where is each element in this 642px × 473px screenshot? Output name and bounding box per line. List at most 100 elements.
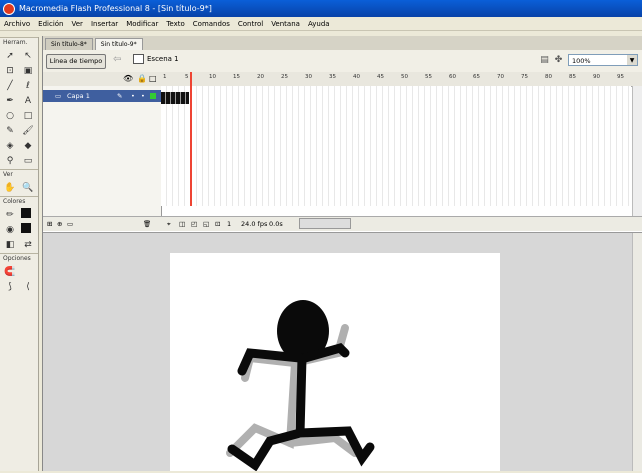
stage[interactable]: [170, 253, 500, 472]
menu-ayuda[interactable]: Ayuda: [304, 20, 334, 28]
layer-row[interactable]: ▭ Capa 1 ✎ • •: [43, 90, 161, 102]
black-white-icon[interactable]: ◧: [3, 238, 17, 251]
smooth-icon[interactable]: ⟆: [3, 280, 17, 293]
playhead[interactable]: [190, 72, 192, 206]
add-guide-icon[interactable]: ⊕: [57, 220, 62, 228]
zoom-select[interactable]: 100% ▼: [568, 54, 638, 66]
colors-grid: ✏ ◉ ◧ ⇄: [0, 206, 38, 253]
oval-tool-icon[interactable]: ○: [3, 109, 17, 122]
edit-symbols-icon[interactable]: ✤: [553, 55, 564, 65]
zoom-tool-icon[interactable]: 🔍: [21, 181, 35, 194]
menu-insertar[interactable]: Insertar: [87, 20, 122, 28]
tools-panel: Herram. ➚ ↖ ⊡ ▣ ╱ ℓ ✒ A ○ □ ✎ 🖌 ◈ ◆ ⚲ ▭ …: [0, 37, 39, 471]
menu-control[interactable]: Control: [234, 20, 267, 28]
menu-ventana[interactable]: Ventana: [267, 20, 304, 28]
keyframe-strip[interactable]: [161, 92, 189, 104]
lock-dot[interactable]: •: [141, 90, 145, 102]
ruler-tick-label: 90: [593, 74, 600, 80]
ruler-tick-label: 30: [305, 74, 312, 80]
ruler-tick-label: 60: [449, 74, 456, 80]
ruler-tick-label: 25: [281, 74, 288, 80]
onion-markers-icon[interactable]: ⊡: [215, 220, 220, 228]
onion-skin-icon[interactable]: ◫: [179, 220, 185, 228]
hand-tool-icon[interactable]: ✋: [3, 181, 17, 194]
scene-breadcrumb[interactable]: Escena 1: [133, 54, 179, 64]
ruler-tick-label: 65: [473, 74, 480, 80]
outline-color-square[interactable]: [150, 93, 156, 99]
outline-icon[interactable]: □: [149, 74, 157, 83]
free-transform-icon[interactable]: ⊡: [3, 64, 17, 77]
timeline-hscrollbar[interactable]: [299, 218, 351, 229]
insert-layer-icon[interactable]: ⊞: [47, 220, 52, 228]
text-tool-icon[interactable]: A: [21, 94, 35, 107]
lasso-tool-icon[interactable]: ℓ: [21, 79, 35, 92]
tools-grid: ➚ ↖ ⊡ ▣ ╱ ℓ ✒ A ○ □ ✎ 🖌 ◈ ◆ ⚲ ▭: [0, 47, 38, 169]
timeline-toggle-button[interactable]: Línea de tiempo: [46, 54, 106, 69]
subselection-tool-icon[interactable]: ↖: [21, 49, 35, 62]
stage-scrollbar[interactable]: [632, 233, 642, 471]
stick-figure-drawing[interactable]: [170, 253, 500, 472]
pencil-tool-icon[interactable]: ✎: [3, 124, 17, 137]
figure-body: [295, 353, 307, 438]
lock-icon[interactable]: 🔒: [137, 74, 147, 83]
frame-rate: 24.0 fps: [241, 220, 268, 228]
colors-section-label: Colores: [0, 196, 38, 206]
back-arrow-icon[interactable]: ⇦: [113, 54, 121, 65]
line-tool-icon[interactable]: ╱: [3, 79, 17, 92]
menu-edicion[interactable]: Edición: [34, 20, 67, 28]
menu-texto[interactable]: Texto: [162, 20, 188, 28]
insert-folder-icon[interactable]: ▭: [67, 220, 73, 228]
ruler-tick-label: 5: [185, 74, 189, 80]
straighten-icon[interactable]: ⟨: [21, 280, 35, 293]
visible-dot[interactable]: •: [131, 90, 135, 102]
tab-sin-titulo-9[interactable]: Sin título-9*: [94, 38, 143, 50]
pen-tool-icon[interactable]: ✒: [3, 94, 17, 107]
fill-swatch[interactable]: [21, 223, 31, 233]
eyedropper-icon[interactable]: ⚲: [3, 154, 17, 167]
ruler-tick-label: 70: [497, 74, 504, 80]
chevron-down-icon[interactable]: ▼: [627, 55, 637, 65]
frames-grid[interactable]: [161, 86, 631, 206]
blank-option: [21, 265, 35, 278]
title-bar: Macromedia Flash Professional 8 - [Sin t…: [0, 0, 642, 17]
ruler-tick-label: 75: [521, 74, 528, 80]
ruler-tick-label: 40: [353, 74, 360, 80]
ruler-tick-label: 85: [569, 74, 576, 80]
scene-label: Escena 1: [147, 55, 179, 63]
brush-tool-icon[interactable]: 🖌: [21, 124, 35, 137]
tab-sin-titulo-8[interactable]: Sin título-8*: [45, 38, 93, 50]
options-section-label: Opciones: [0, 253, 38, 263]
ruler-tick-label: 50: [401, 74, 408, 80]
snap-magnet-icon[interactable]: 🧲: [3, 265, 17, 278]
ruler-tick-label: 95: [617, 74, 624, 80]
zoom-value: 100%: [572, 57, 591, 65]
rectangle-tool-icon[interactable]: □: [21, 109, 35, 122]
stroke-color-icon[interactable]: ✏: [3, 208, 17, 221]
document-window: Sin título-8* Sin título-9* Línea de tie…: [42, 36, 642, 472]
pencil-icon: ✎: [117, 92, 123, 100]
document-tabs: Sin título-8* Sin título-9*: [43, 36, 642, 50]
view-section-label: Ver: [0, 169, 38, 179]
swap-colors-icon[interactable]: ⇄: [21, 238, 35, 251]
center-frame-icon[interactable]: ⌖: [167, 220, 171, 229]
timeline-scrollbar[interactable]: [632, 86, 642, 216]
fill-color-icon[interactable]: ◉: [3, 223, 17, 236]
menu-comandos[interactable]: Comandos: [189, 20, 234, 28]
eraser-icon[interactable]: ▭: [21, 154, 35, 167]
show-hide-eye-icon[interactable]: 👁: [123, 74, 133, 83]
ink-bottle-icon[interactable]: ◈: [3, 139, 17, 152]
window-title: Macromedia Flash Professional 8 - [Sin t…: [19, 4, 212, 13]
delete-layer-icon[interactable]: 🗑: [143, 220, 151, 228]
selection-tool-icon[interactable]: ➚: [3, 49, 17, 62]
edit-scene-icon[interactable]: ▤: [539, 55, 550, 65]
onion-outline-icon[interactable]: ◰: [191, 220, 197, 228]
edit-multiple-icon[interactable]: ◱: [203, 220, 209, 228]
menu-ver[interactable]: Ver: [68, 20, 87, 28]
menu-archivo[interactable]: Archivo: [0, 20, 34, 28]
stroke-swatch[interactable]: [21, 208, 31, 218]
paint-bucket-icon[interactable]: ◆: [21, 139, 35, 152]
ruler-tick-label: 80: [545, 74, 552, 80]
layer-page-icon: ▭: [55, 92, 62, 100]
menu-modificar[interactable]: Modificar: [122, 20, 162, 28]
fill-transform-icon[interactable]: ▣: [21, 64, 35, 77]
